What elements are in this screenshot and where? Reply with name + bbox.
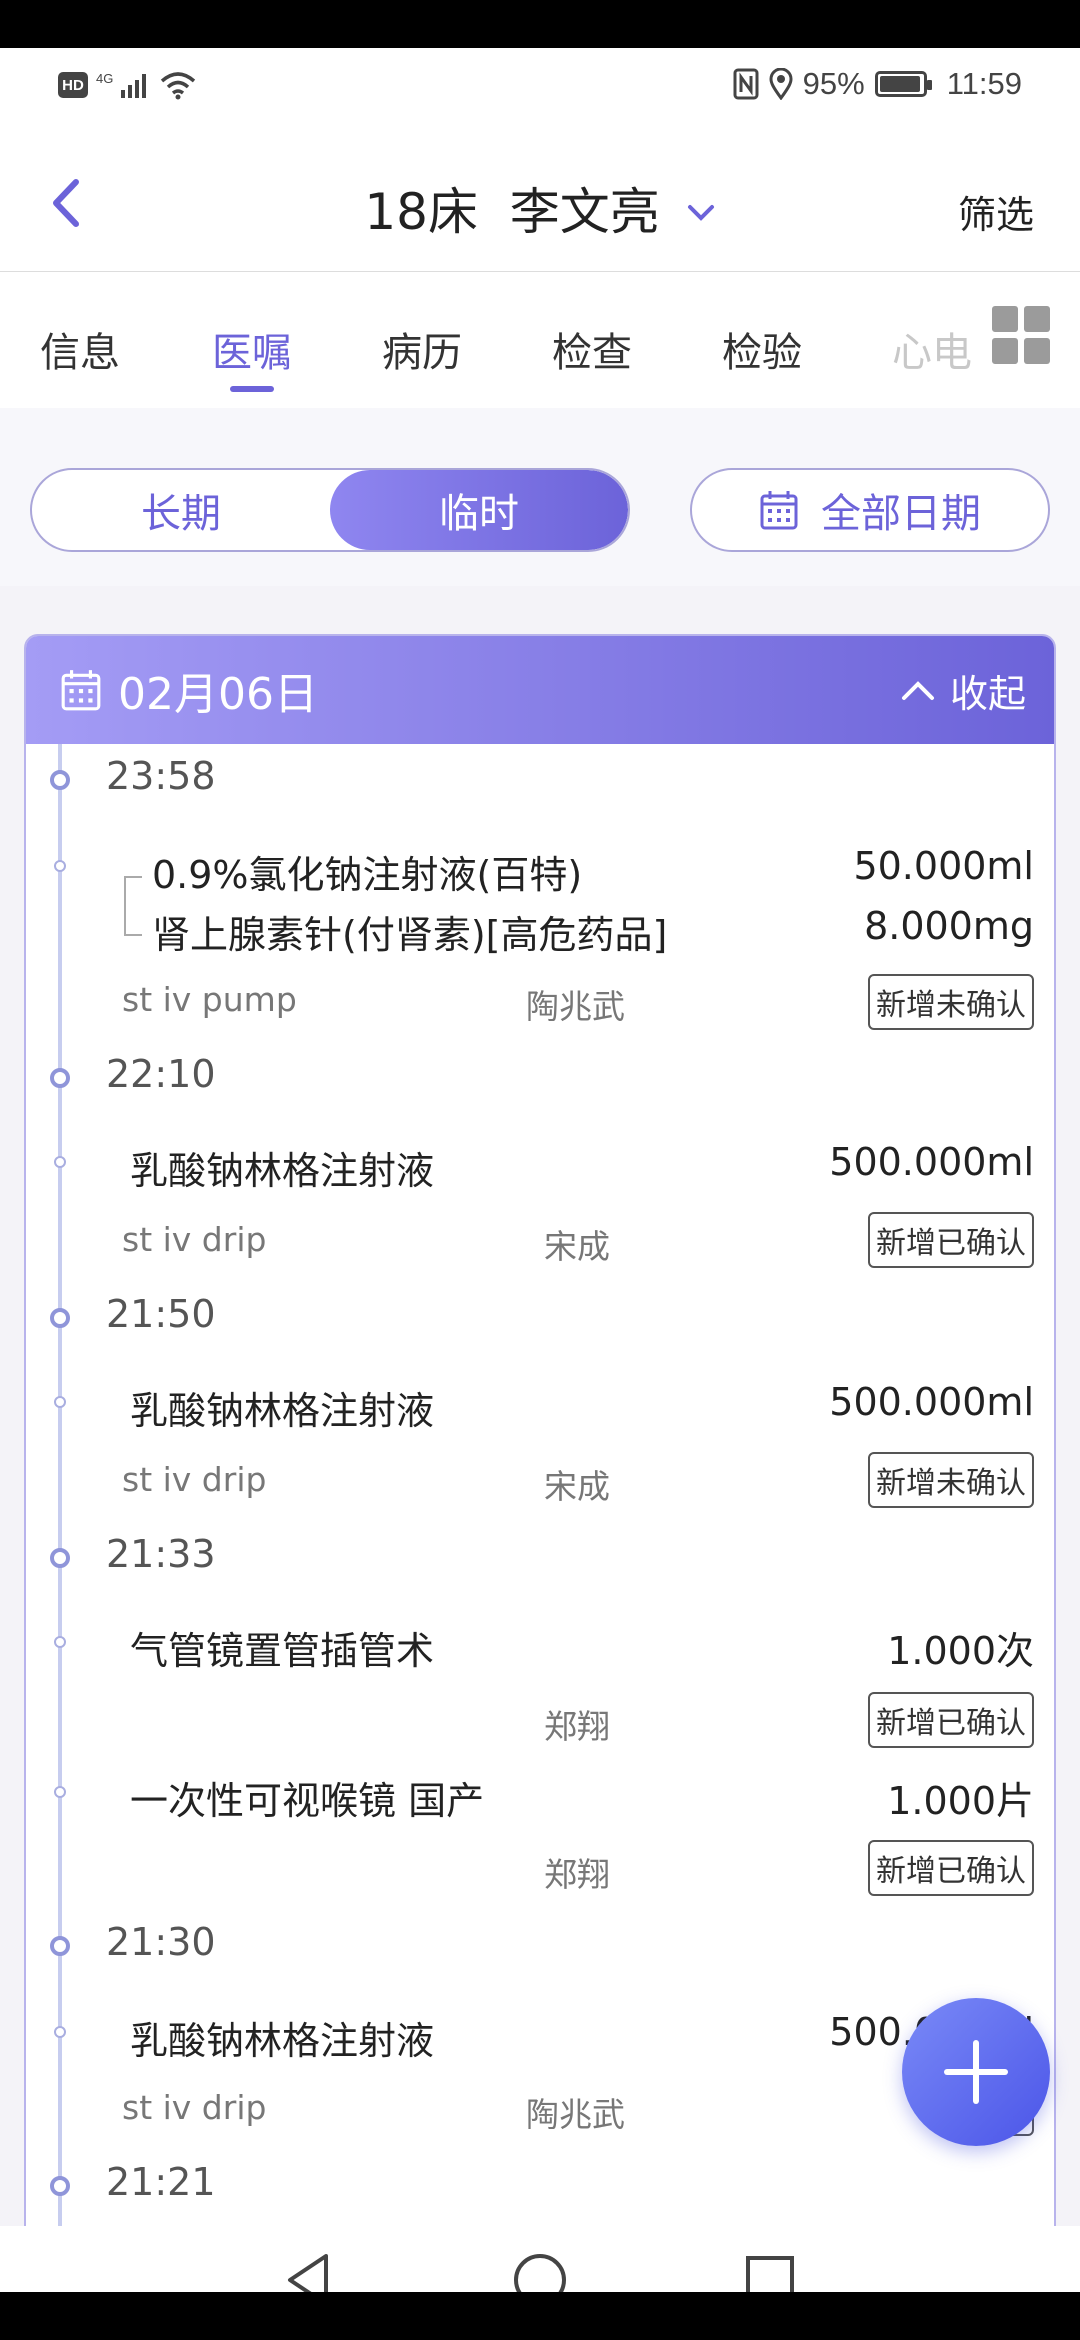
order-dose: 50.000ml — [853, 844, 1034, 888]
collapse-button[interactable]: 收起 — [900, 663, 1026, 718]
order-route: st iv pump — [122, 980, 297, 1019]
nav-back-icon[interactable] — [284, 2250, 334, 2292]
calendar-icon — [760, 491, 798, 530]
card-header: 02月06日 收起 — [26, 636, 1054, 744]
timeline-node — [50, 2176, 70, 2196]
calendar-icon — [61, 670, 101, 711]
timeline-dot — [54, 1156, 66, 1168]
collapse-label: 收起 — [949, 671, 1026, 716]
order-dose: 500.000ml — [829, 1380, 1034, 1424]
order-doctor: 宋成 — [544, 1467, 610, 1506]
status-badge: 新增已确认 — [868, 1692, 1034, 1748]
add-order-button[interactable] — [902, 1998, 1050, 2146]
app-screen: HD 4G 95% 11:59 18床 李文亮 筛选 信息 医嘱 病历 检查 检… — [0, 48, 1080, 2292]
dropdown-chevron-icon — [687, 205, 714, 221]
patient-title[interactable]: 18床 李文亮 — [0, 172, 1080, 244]
timeline-dot — [54, 1786, 66, 1798]
chevron-up-icon — [901, 681, 934, 700]
timeline-node — [50, 1936, 70, 1956]
status-badge: 新增已确认 — [868, 1212, 1034, 1268]
tab-label: 检验 — [722, 330, 802, 376]
tab-exam[interactable]: 检查 — [552, 320, 632, 378]
wifi-icon — [161, 72, 196, 100]
order-doctor: 陶兆武 — [526, 2095, 625, 2134]
tab-ecg[interactable]: 心电 — [892, 320, 972, 378]
long-term-option[interactable]: 长期 — [32, 470, 330, 550]
nav-recents-icon[interactable] — [744, 2250, 796, 2292]
temporary-option[interactable]: 临时 — [330, 470, 628, 550]
order-dose: 500.000ml — [829, 1140, 1034, 1184]
order-route: st iv drip — [122, 2088, 267, 2127]
battery-percent: 95% — [802, 66, 865, 101]
order-dose: 1.000片 — [887, 1779, 1034, 1823]
location-icon — [769, 68, 793, 100]
app-header: 18床 李文亮 筛选 — [0, 134, 1080, 272]
order-item[interactable]: 肾上腺素针(付肾素)[高危药品] — [152, 904, 667, 959]
order-dose: 1.000次 — [887, 1629, 1034, 1673]
order-item[interactable]: 一次性可视喉镜 国产 — [130, 1770, 484, 1825]
timeline-node — [50, 1308, 70, 1328]
nfc-icon — [733, 68, 759, 100]
battery-icon — [874, 71, 932, 97]
date-filter-button[interactable]: 全部日期 — [690, 468, 1050, 552]
order-dose: 8.000mg — [864, 904, 1034, 948]
order-time: 21:21 — [106, 2160, 216, 2204]
status-badge: 新增未确认 — [868, 974, 1034, 1030]
grid-menu-icon[interactable] — [992, 306, 1050, 364]
tab-label: 心电 — [892, 330, 972, 376]
clock: 11:59 — [946, 66, 1022, 101]
filter-button[interactable]: 筛选 — [958, 184, 1034, 239]
status-badge: 新增未确认 — [868, 1452, 1034, 1508]
tab-label: 医嘱 — [212, 330, 292, 376]
timeline-dot — [54, 2026, 66, 2038]
order-item[interactable]: 0.9%氯化钠注射液(百特) — [152, 844, 582, 899]
timeline-dot — [54, 1636, 66, 1648]
timeline-node — [50, 770, 70, 790]
date-filter-label: 全部日期 — [821, 491, 981, 537]
plus-icon — [944, 2040, 1008, 2104]
timeline-dot — [54, 1396, 66, 1408]
tab-records[interactable]: 病历 — [382, 320, 462, 378]
order-time: 22:10 — [106, 1052, 216, 1096]
active-tab-indicator — [230, 386, 274, 392]
order-route: st iv drip — [122, 1460, 267, 1499]
patient-name: 18床 李文亮 — [364, 183, 660, 241]
timeline-node — [50, 1548, 70, 1568]
order-item[interactable]: 乳酸钠林格注射液 — [130, 1140, 434, 1195]
card-date: 02月06日 — [118, 669, 318, 720]
tab-orders[interactable]: 医嘱 — [212, 320, 292, 392]
timeline-dot — [54, 860, 66, 872]
order-time: 21:33 — [106, 1532, 216, 1576]
nav-home-icon[interactable] — [512, 2250, 568, 2292]
tab-info[interactable]: 信息 — [40, 320, 120, 378]
order-item[interactable]: 乳酸钠林格注射液 — [130, 2010, 434, 2065]
order-time: 23:58 — [106, 754, 216, 798]
order-route: st iv drip — [122, 1220, 267, 1259]
order-type-bar: 长期 临时 全部日期 — [0, 408, 1080, 586]
signal-icon — [121, 74, 147, 98]
tab-lab[interactable]: 检验 — [722, 320, 802, 378]
tab-label: 病历 — [382, 330, 462, 376]
order-doctor: 郑翔 — [544, 1707, 610, 1746]
timeline-node — [50, 1068, 70, 1088]
status-badge: 新增已确认 — [868, 1840, 1034, 1896]
status-bar: HD 4G 95% 11:59 — [0, 48, 1080, 134]
tab-label: 信息 — [40, 330, 120, 376]
order-doctor: 宋成 — [544, 1227, 610, 1266]
order-time: 21:50 — [106, 1292, 216, 1336]
order-time: 21:30 — [106, 1920, 216, 1964]
order-card: 02月06日 收起 23:58 0.9%氯化钠注射液(百特) 50.000ml … — [24, 634, 1056, 2292]
order-doctor: 郑翔 — [544, 1855, 610, 1894]
group-bracket — [124, 876, 142, 936]
hd-badge: HD — [58, 72, 88, 98]
order-doctor: 陶兆武 — [526, 987, 625, 1026]
system-nav-bar — [0, 2226, 1080, 2292]
order-type-toggle: 长期 临时 — [30, 468, 630, 552]
timeline-line — [58, 744, 62, 2292]
tab-label: 检查 — [552, 330, 632, 376]
order-item[interactable]: 乳酸钠林格注射液 — [130, 1380, 434, 1435]
order-item[interactable]: 气管镜置管插管术 — [130, 1620, 434, 1675]
network-type: 4G — [96, 70, 114, 86]
